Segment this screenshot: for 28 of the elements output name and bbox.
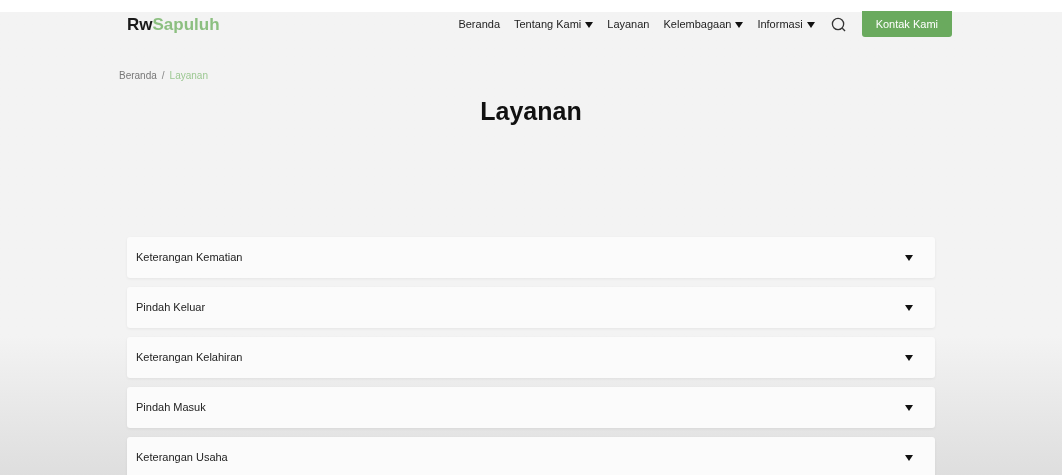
accordion-label: Keterangan Usaha [136, 450, 229, 466]
caret-icon [905, 304, 913, 311]
accordion-label: Pindah Masuk [136, 400, 207, 416]
nav-link[interactable]: Kelembagaan [663, 16, 744, 33]
caret-icon [905, 254, 913, 261]
caret-icon [806, 21, 815, 28]
nav-link[interactable]: Layanan [607, 16, 650, 33]
nav-link[interactable]: Informasi [757, 16, 815, 33]
accordion-item[interactable]: Pindah Masuk [127, 387, 935, 428]
caret-icon [735, 21, 744, 28]
accordion-item[interactable]: Keterangan Kelahiran [127, 337, 935, 378]
breadcrumb-link[interactable]: Beranda [119, 68, 157, 83]
caret-icon [905, 404, 913, 411]
logo[interactable]: RwSapuluh [127, 16, 220, 33]
caret-icon [585, 21, 594, 28]
accordion-label: Pindah Keluar [136, 300, 207, 316]
accordion-item[interactable]: Keterangan Kematian [127, 237, 935, 278]
accordion-item[interactable]: Pindah Keluar [127, 287, 935, 328]
caret-icon [905, 454, 913, 461]
nav-link[interactable]: Tentang Kami [514, 16, 594, 33]
accordion-item[interactable]: Keterangan Usaha [127, 437, 935, 475]
nav-link[interactable]: Beranda [458, 16, 500, 33]
accordion-label: Keterangan Kelahiran [136, 350, 244, 366]
caret-icon [905, 354, 913, 361]
accordion-label: Keterangan Kematian [136, 250, 244, 266]
search-icon[interactable] [830, 17, 846, 32]
page-title: Layanan [480, 99, 582, 124]
breadcrumb-separator: / [161, 69, 165, 83]
